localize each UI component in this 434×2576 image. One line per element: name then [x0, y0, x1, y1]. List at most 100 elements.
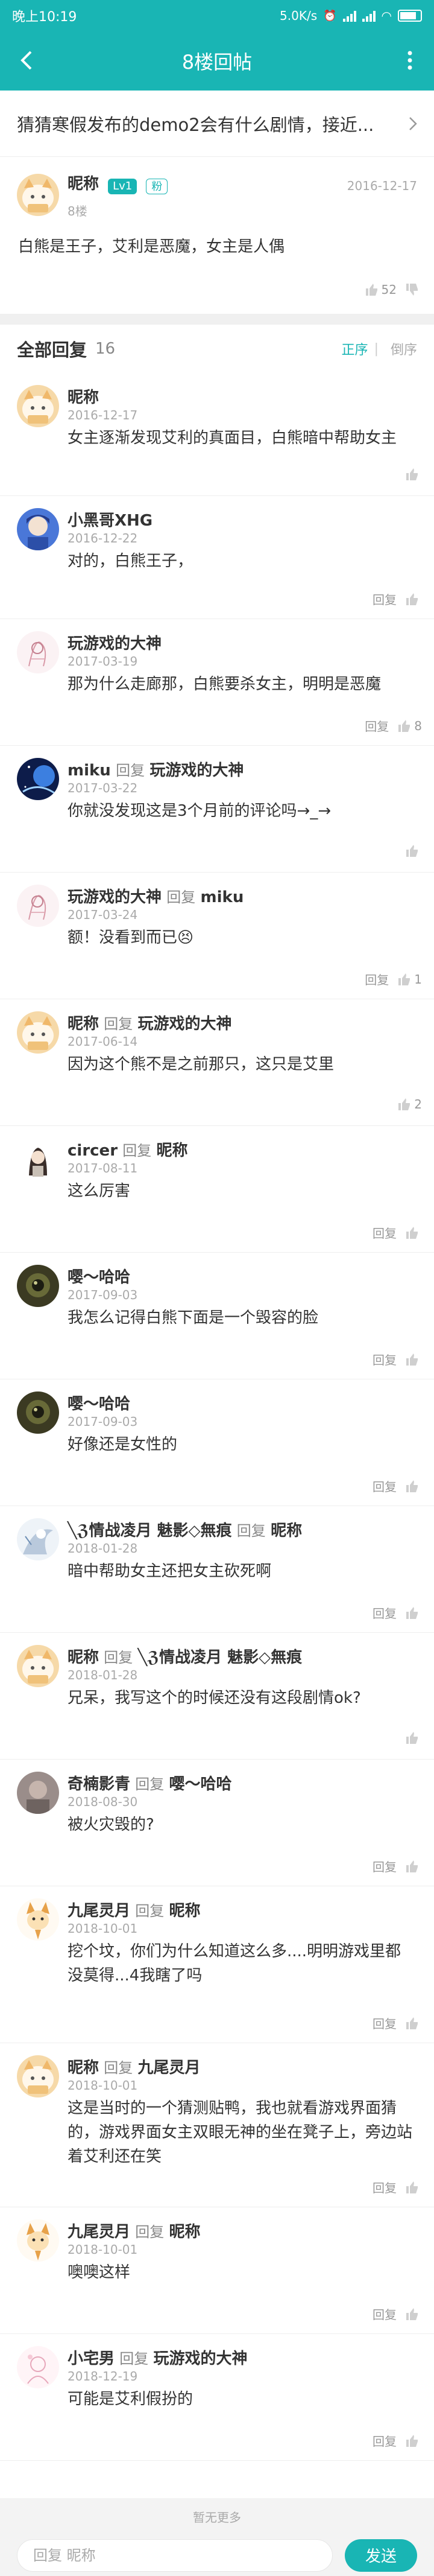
avatar[interactable] [17, 885, 59, 927]
reply-target-user[interactable]: 玩游戏的大神 [154, 2350, 248, 2368]
reply-input[interactable] [17, 2539, 333, 2572]
like-button[interactable]: 8 [397, 719, 422, 733]
sort-asc-button[interactable]: 正序 [342, 339, 368, 358]
reply-target-user[interactable]: miku [201, 888, 244, 906]
comment-item[interactable]: 小宅男 回复 玩游戏的大神 2018-12-19 可能是艾利假扮的 回复 [0, 2334, 434, 2461]
avatar[interactable] [17, 1138, 59, 1180]
comment-item[interactable]: 奇楠影青 回复 嘤～哈哈 2018-08-30 被火灾毁的? 回复 [0, 1760, 434, 1886]
comment-item[interactable]: 嘤～哈哈 2017-09-03 我怎么记得白熊下面是一个毁容的脸 回复 [0, 1253, 434, 1379]
reply-button[interactable]: 回复 [373, 1350, 397, 1368]
comment-user[interactable]: 嘤～哈哈 [68, 1395, 130, 1413]
avatar[interactable] [17, 1898, 59, 1941]
reply-target-user[interactable]: 九尾灵月 [138, 2059, 201, 2077]
more-button[interactable] [397, 47, 423, 74]
reply-target-user[interactable]: 嘤～哈哈 [169, 1775, 232, 1793]
reply-button[interactable]: 回复 [373, 1857, 397, 1875]
like-button[interactable] [405, 2307, 422, 2321]
reply-target-user[interactable]: 昵称 [169, 1902, 201, 1920]
reply-target-user[interactable]: 昵称 [157, 1142, 188, 1160]
sort-desc-button[interactable]: 倒序 [391, 339, 417, 358]
comment-user[interactable]: 玩游戏的大神 [68, 635, 162, 653]
like-button[interactable] [405, 2016, 422, 2031]
like-button[interactable] [405, 592, 422, 606]
comment-user[interactable]: 昵称 [68, 2059, 99, 2077]
avatar[interactable] [17, 1518, 59, 1560]
comment-user[interactable]: 奇楠影青 [68, 1775, 130, 1793]
avatar[interactable] [17, 2346, 59, 2388]
avatar[interactable] [17, 1772, 59, 1814]
like-button[interactable] [405, 1606, 422, 1620]
reply-button[interactable]: 回复 [373, 1477, 397, 1495]
like-button[interactable]: 1 [397, 972, 422, 987]
dislike-button[interactable] [405, 282, 420, 297]
reply-button[interactable]: 回复 [373, 2432, 397, 2449]
reply-button[interactable]: 回复 [373, 590, 397, 608]
reply-button[interactable]: 回复 [365, 717, 389, 734]
comment-user[interactable]: 小黑哥XHG [68, 512, 153, 530]
comment-item[interactable]: 玩游戏的大神 回复 miku 2017-03-24 额！没看到而已😣 回复 1 [0, 873, 434, 999]
comment-item[interactable]: 昵称 回复 ╲ℨ情战凌月 魅影◇無痕 2018-01-28 兄呆，我写这个的时候还没… [0, 1633, 434, 1760]
comment-item[interactable]: 嘤～哈哈 2017-09-03 好像还是女性的 回复 [0, 1379, 434, 1506]
comment-user[interactable]: 小宅男 [68, 2350, 115, 2368]
avatar[interactable] [17, 1645, 59, 1687]
nav-bar: 8楼回帖 [0, 31, 434, 91]
floor-post-user[interactable]: 昵称 [68, 175, 99, 193]
comment-item[interactable]: miku 回复 玩游戏的大神 2017-03-22 你就没发现这是3个月前的评论吗→… [0, 746, 434, 873]
comment-user[interactable]: 嘤～哈哈 [68, 1268, 130, 1286]
avatar[interactable] [17, 508, 59, 550]
like-button[interactable] [405, 844, 422, 858]
reply-button[interactable]: 回复 [373, 1604, 397, 1621]
comment-user[interactable]: 昵称 [68, 389, 99, 407]
avatar[interactable] [17, 1391, 59, 1434]
reply-to-label: 回复 [122, 1142, 152, 1159]
comment-item[interactable]: 小黑哥XHG 2016-12-22 对的，白熊王子， 回复 [0, 496, 434, 619]
like-button[interactable] [405, 1479, 422, 1493]
like-button[interactable] [405, 2180, 422, 2195]
like-button[interactable] [405, 1859, 422, 1874]
comment-user[interactable]: circer [68, 1142, 118, 1160]
avatar[interactable] [17, 758, 59, 800]
reply-target-user[interactable]: ╲ℨ情战凌月 魅影◇無痕 [138, 1649, 303, 1667]
comment-user[interactable]: 玩游戏的大神 [68, 888, 162, 906]
comment-item[interactable]: ╲ℨ情战凌月 魅影◇無痕 回复 昵称 2018-01-28 暗中帮助女主还把女主砍死… [0, 1506, 434, 1633]
avatar[interactable] [17, 631, 59, 673]
avatar[interactable] [17, 1265, 59, 1307]
send-button[interactable]: 发送 [345, 2539, 417, 2572]
reply-target-user[interactable]: 昵称 [271, 1522, 302, 1540]
comment-user[interactable]: 九尾灵月 [68, 2223, 130, 2241]
comment-item[interactable]: 九尾灵月 回复 昵称 2018-10-01 挖个坟，你们为什么知道这么多....明明… [0, 1886, 434, 2043]
reply-target-user[interactable]: 昵称 [169, 2223, 201, 2241]
like-button[interactable] [405, 1731, 422, 1745]
avatar[interactable] [17, 1011, 59, 1054]
like-button[interactable] [405, 2434, 422, 2448]
comment-user[interactable]: 昵称 [68, 1015, 99, 1033]
comment-item[interactable]: 九尾灵月 回复 昵称 2018-10-01 噢噢这样 回复 [0, 2207, 434, 2334]
like-button[interactable]: 52 [365, 282, 397, 297]
comment-item[interactable]: circer 回复 昵称 2017-08-11 这么厉害 回复 [0, 1126, 434, 1253]
reply-button[interactable]: 回复 [373, 2178, 397, 2196]
comment-item[interactable]: 昵称 回复 玩游戏的大神 2017-06-14 因为这个熊不是之前那只，这只是艾里 2 [0, 999, 434, 1126]
avatar[interactable] [17, 2219, 59, 2262]
comment-item[interactable]: 昵称 回复 九尾灵月 2018-10-01 这是当时的一个猜测贴鸭，我也就看游戏界面… [0, 2043, 434, 2207]
reply-button[interactable]: 回复 [373, 1224, 397, 1241]
comment-user[interactable]: 昵称 [68, 1649, 99, 1667]
reply-button[interactable]: 回复 [365, 970, 389, 988]
avatar[interactable] [17, 2055, 59, 2097]
back-button[interactable] [13, 47, 40, 74]
reply-button[interactable]: 回复 [373, 2305, 397, 2323]
like-button[interactable] [405, 1226, 422, 1240]
comment-user[interactable]: 九尾灵月 [68, 1902, 130, 1920]
comment-item[interactable]: 昵称 2016-12-17 女主逐渐发现艾利的真面目，白熊暗中帮助女主 [0, 373, 434, 496]
like-button[interactable]: 2 [397, 1097, 422, 1111]
like-button[interactable] [405, 467, 422, 482]
comment-user[interactable]: miku [68, 762, 111, 780]
comment-user[interactable]: ╲ℨ情战凌月 魅影◇無痕 [68, 1522, 232, 1540]
reply-button[interactable]: 回复 [373, 2014, 397, 2032]
comment-item[interactable]: 玩游戏的大神 2017-03-19 那为什么走廊那，白熊要杀女主，明明是恶魔 回复 8 [0, 619, 434, 746]
avatar[interactable] [17, 174, 59, 216]
avatar[interactable] [17, 385, 59, 427]
reply-target-user[interactable]: 玩游戏的大神 [138, 1015, 232, 1033]
like-button[interactable] [405, 1352, 422, 1367]
reply-target-user[interactable]: 玩游戏的大神 [149, 762, 244, 780]
topic-link[interactable]: 猜猜寒假发布的demo2会有什么剧情，接近... [0, 91, 434, 157]
